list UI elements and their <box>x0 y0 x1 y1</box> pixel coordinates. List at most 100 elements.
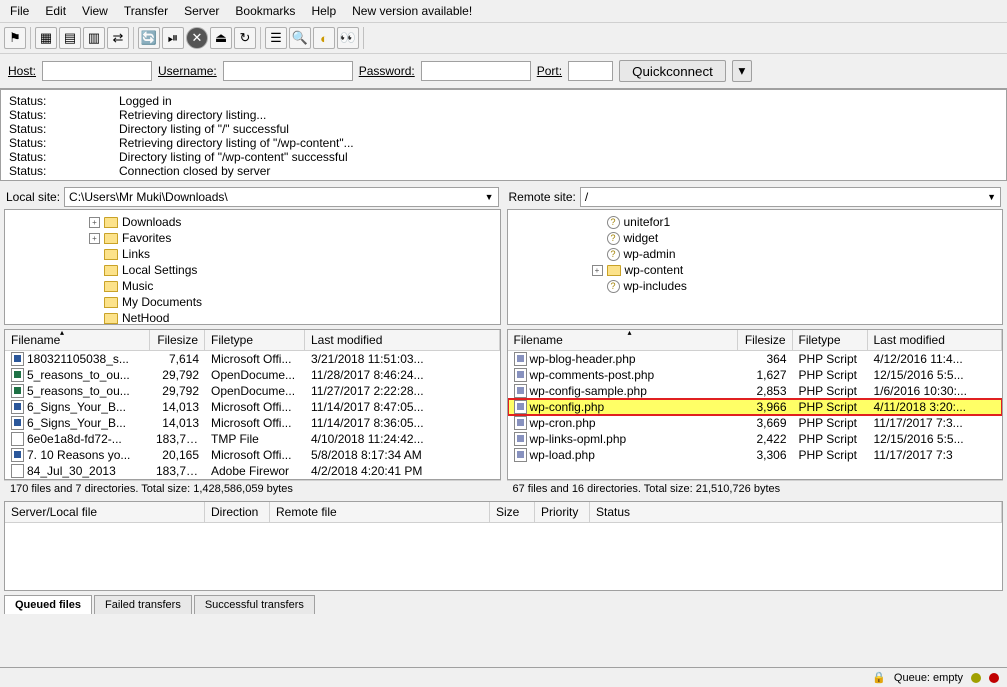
file-modified: 5/8/2018 8:17:34 AM <box>305 447 500 463</box>
layout3-icon[interactable]: ▥ <box>83 27 105 49</box>
local-path-combo[interactable]: C:\Users\Mr Muki\Downloads\ ▼ <box>64 187 498 207</box>
tree-item[interactable]: NetHood <box>13 310 496 325</box>
message-log[interactable]: Status:Logged inStatus:Retrieving direct… <box>0 89 1007 181</box>
file-row[interactable]: wp-config-sample.php2,853PHP Script1/6/2… <box>508 383 1003 399</box>
col-filesize[interactable]: Filesize <box>150 330 205 350</box>
tree-item[interactable]: ?widget <box>516 230 999 246</box>
sites-splitter: Local site: C:\Users\Mr Muki\Downloads\ … <box>0 181 1007 497</box>
file-size: 183,702 <box>150 463 205 479</box>
file-row[interactable]: 6e0e1a8d-fd72-...183,702TMP File4/10/201… <box>5 431 500 447</box>
remote-summary: 67 files and 16 directories. Total size:… <box>507 480 1004 497</box>
tab-failed[interactable]: Failed transfers <box>94 595 192 614</box>
tree-item[interactable]: Local Settings <box>13 262 496 278</box>
search-icon[interactable]: 🔍 <box>289 27 311 49</box>
file-icon <box>514 448 527 462</box>
local-tree[interactable]: +Downloads+FavoritesLinksLocal SettingsM… <box>4 209 501 325</box>
sync-browse-icon[interactable]: ⇄ <box>107 27 129 49</box>
unknown-icon: ? <box>607 216 620 229</box>
menu-transfer[interactable]: Transfer <box>118 2 174 20</box>
file-row[interactable]: 5_reasons_to_ou...29,792OpenDocume...11/… <box>5 383 500 399</box>
remote-tree[interactable]: ? unitefor1?widget?wp-admin + wp-content?wp… <box>507 209 1004 325</box>
menu-file[interactable]: File <box>4 2 35 20</box>
file-row[interactable]: wp-config.php3,966PHP Script4/11/2018 3:… <box>508 399 1003 415</box>
file-row[interactable]: wp-blog-header.php364PHP Script4/12/2016… <box>508 351 1003 367</box>
tree-item[interactable]: + wp-content <box>516 262 999 278</box>
tree-label: unitefor1 <box>624 215 671 229</box>
menu-edit[interactable]: Edit <box>39 2 72 20</box>
tree-item[interactable]: + Downloads <box>13 214 496 230</box>
tree-label: widget <box>624 231 659 245</box>
file-row[interactable]: 5_reasons_to_ou...29,792OpenDocume...11/… <box>5 367 500 383</box>
tree-item[interactable]: Links <box>13 246 496 262</box>
layout-icon[interactable]: ▦ <box>35 27 57 49</box>
tree-item[interactable]: ? unitefor1 <box>516 214 999 230</box>
file-type: TMP File <box>205 431 305 447</box>
menu-help[interactable]: Help <box>305 2 342 20</box>
binoculars-icon[interactable]: 👀 <box>337 27 359 49</box>
compare-icon[interactable]: ◐ <box>313 27 335 49</box>
expand-icon[interactable]: + <box>592 265 603 276</box>
file-icon <box>514 368 527 382</box>
col-filetype[interactable]: Filetype <box>205 330 305 350</box>
username-input[interactable] <box>223 61 353 81</box>
file-row[interactable]: wp-cron.php3,669PHP Script11/17/2017 7:3… <box>508 415 1003 431</box>
tree-item[interactable]: ?wp-includes <box>516 278 999 294</box>
file-row[interactable]: 84_Jul_30_2013183,702Adobe Firewor4/2/20… <box>5 463 500 479</box>
file-row[interactable]: wp-comments-post.php1,627PHP Script12/15… <box>508 367 1003 383</box>
remote-site-label: Remote site: <box>509 190 576 204</box>
filter-icon[interactable]: ☰ <box>265 27 287 49</box>
tree-item[interactable]: +Favorites <box>13 230 496 246</box>
tab-success[interactable]: Successful transfers <box>194 595 315 614</box>
process-queue-icon[interactable]: ⏯ <box>162 27 184 49</box>
expand-icon[interactable]: + <box>89 233 100 244</box>
col-priority[interactable]: Priority <box>535 502 590 522</box>
queue-tabs: Queued files Failed transfers Successful… <box>0 595 1007 614</box>
remote-file-list[interactable]: Filename▴ Filesize Filetype Last modifie… <box>507 329 1004 480</box>
file-size: 183,702 <box>150 431 205 447</box>
col-modified[interactable]: Last modified <box>305 330 500 350</box>
col-filesize[interactable]: Filesize <box>738 330 793 350</box>
reconnect-icon[interactable]: ↻ <box>234 27 256 49</box>
password-input[interactable] <box>421 61 531 81</box>
menu-view[interactable]: View <box>76 2 114 20</box>
col-modified[interactable]: Last modified <box>868 330 1003 350</box>
tree-label: wp-content <box>625 263 684 277</box>
tree-item[interactable]: Music <box>13 278 496 294</box>
tree-label: Downloads <box>122 215 181 229</box>
remote-path-combo[interactable]: / ▼ <box>580 187 1001 207</box>
file-row[interactable]: 6_Signs_Your_B...14,013Microsoft Offi...… <box>5 399 500 415</box>
menu-server[interactable]: Server <box>178 2 225 20</box>
file-row[interactable]: wp-load.php3,306PHP Script11/17/2017 7:3 <box>508 447 1003 463</box>
col-remotefile[interactable]: Remote file <box>270 502 490 522</box>
cancel-icon[interactable]: ✕ <box>186 27 208 49</box>
menu-new-version-available-[interactable]: New version available! <box>346 2 478 20</box>
menu-bookmarks[interactable]: Bookmarks <box>229 2 301 20</box>
file-row[interactable]: 7. 10 Reasons yo...20,165Microsoft Offi.… <box>5 447 500 463</box>
transfer-queue[interactable]: Server/Local file Direction Remote file … <box>4 501 1003 591</box>
tree-item[interactable]: ?wp-admin <box>516 246 999 262</box>
tab-queued[interactable]: Queued files <box>4 595 92 614</box>
col-filetype[interactable]: Filetype <box>793 330 868 350</box>
quickconnect-button[interactable]: Quickconnect <box>619 60 726 82</box>
tree-item[interactable]: My Documents <box>13 294 496 310</box>
local-file-list[interactable]: Filename▴ Filesize Filetype Last modifie… <box>4 329 501 480</box>
col-status[interactable]: Status <box>590 502 1002 522</box>
col-serverfile[interactable]: Server/Local file <box>5 502 205 522</box>
host-input[interactable] <box>42 61 152 81</box>
disconnect-icon[interactable]: ⏏ <box>210 27 232 49</box>
expand-icon[interactable]: + <box>89 217 100 228</box>
file-row[interactable]: wp-links-opml.php2,422PHP Script12/15/20… <box>508 431 1003 447</box>
log-key: Status: <box>9 108 119 122</box>
folder-icon <box>104 233 118 244</box>
file-modified: 12/15/2016 5:5... <box>868 431 1003 447</box>
port-input[interactable] <box>568 61 613 81</box>
col-size[interactable]: Size <box>490 502 535 522</box>
layout2-icon[interactable]: ▤ <box>59 27 81 49</box>
file-row[interactable]: 180321105038_s...7,614Microsoft Offi...3… <box>5 351 500 367</box>
col-direction[interactable]: Direction <box>205 502 270 522</box>
refresh-icon[interactable]: 🔄 <box>138 27 160 49</box>
sitemanager-icon[interactable]: ⚑ <box>4 27 26 49</box>
log-key: Status: <box>9 122 119 136</box>
file-row[interactable]: 6_Signs_Your_B...14,013Microsoft Offi...… <box>5 415 500 431</box>
quickconnect-dropdown-button[interactable]: ▾ <box>732 60 752 82</box>
